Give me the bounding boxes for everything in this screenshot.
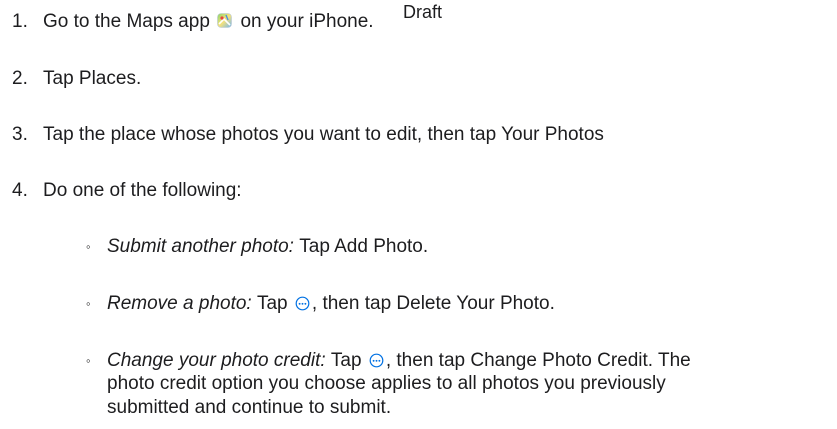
bullet-icon: ◦ [86,296,91,311]
bullet-icon: ◦ [86,353,91,368]
sub-item-label: Remove a photo: [107,293,257,314]
sub-item-text: Change your photo credit: Tap , then tap… [107,349,691,373]
step-text: Go to the Maps app on your iPhone. [43,10,374,34]
sub-item-body: Tap Add Photo. [299,236,429,257]
sub-item-body-before: Tap [330,350,367,371]
sub-item-label: Submit another photo: [107,236,300,257]
step-text: Tap the place whose photos you want to e… [43,124,604,145]
step-text: Do one of the following: [43,180,242,201]
maps-app-icon [217,13,232,28]
step-text: Tap Places. [43,68,142,89]
step-text-after: on your iPhone. [235,11,374,32]
more-options-icon [369,353,384,368]
step-number: 4. [12,180,28,201]
sub-item-text: Submit another photo: Tap Add Photo. [107,235,428,259]
bullet-icon: ◦ [86,239,91,254]
sub-item-continuation: photo credit option you choose applies t… [107,373,666,394]
sub-item-label: Change your photo credit: [107,350,331,371]
sub-item-body-before: Tap [256,293,293,314]
draft-watermark: Draft [403,2,443,22]
step-number: 2. [12,68,28,89]
sub-item-body-after: , then tap Delete Your Photo. [311,293,555,314]
step-number: 1. [12,11,28,32]
sub-item-body-after: , then tap Change Photo Credit. The [385,350,691,371]
sub-item-continuation: submitted and continue to submit. [107,397,392,418]
sub-item-text: Remove a photo: Tap , then tap Delete Yo… [107,292,555,316]
more-options-icon [295,296,310,311]
step-text-before: Go to the Maps app [43,11,216,32]
step-number: 3. [12,124,28,145]
